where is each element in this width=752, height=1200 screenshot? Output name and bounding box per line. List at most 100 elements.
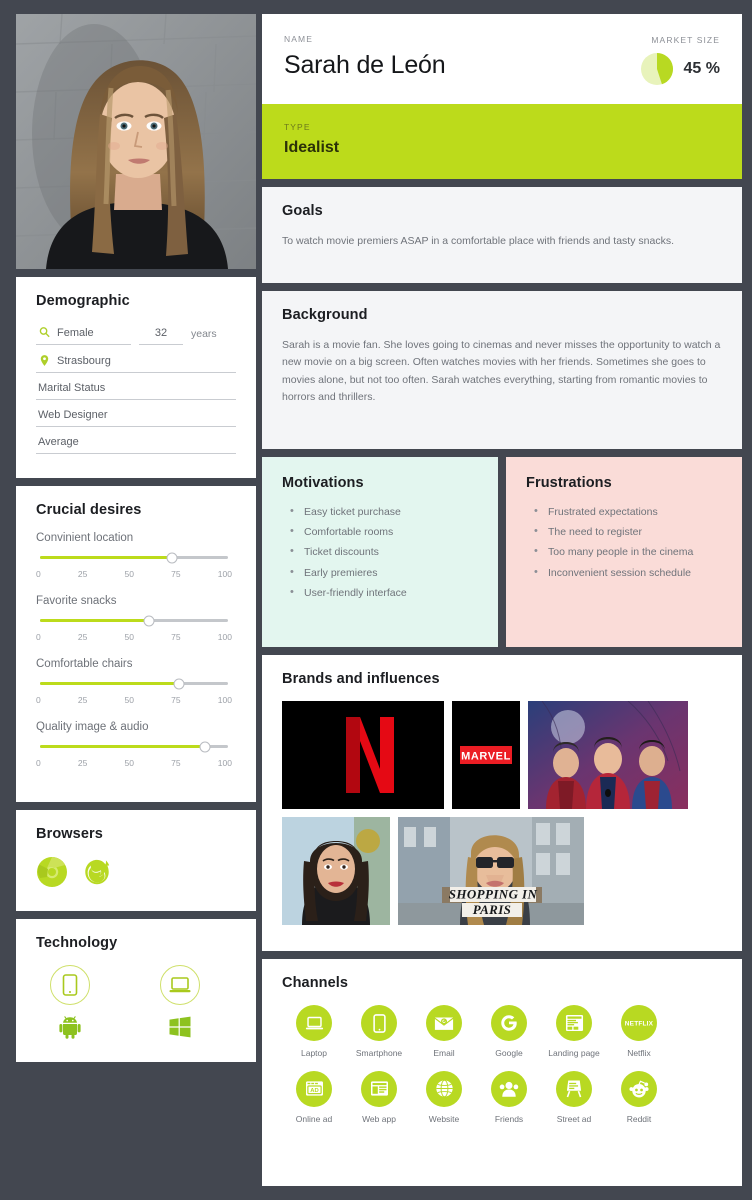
slider-tick-label: 50 xyxy=(124,632,134,642)
netflix-icon: NETFLIX xyxy=(621,1005,657,1041)
slider-tick-label: 0 xyxy=(36,695,41,705)
city-field[interactable]: Strasbourg xyxy=(36,351,236,373)
list-item: User-friendly interface xyxy=(290,585,478,600)
smartphone-icon xyxy=(50,965,90,1005)
slider-track[interactable] xyxy=(40,741,228,752)
list-item: Early premieres xyxy=(290,565,478,580)
background-title: Background xyxy=(282,307,368,323)
income-value: Average xyxy=(38,436,79,448)
marvel-logo-tile[interactable]: MARVEL xyxy=(452,701,520,809)
slider-track[interactable] xyxy=(40,552,228,563)
slider-ticks: 0 25 50 75 100 xyxy=(36,569,232,579)
list-item: Frustrated expectations xyxy=(534,504,722,519)
channel-item-netflix[interactable]: NETFLIX Netflix xyxy=(607,1005,671,1059)
online-ad-icon: AD xyxy=(296,1070,332,1107)
brands-row-1: MARVEL xyxy=(282,701,722,809)
channel-label: Reddit xyxy=(626,1113,652,1124)
list-item: Easy ticket purchase xyxy=(290,504,478,519)
market-size-label: MARKET SIZE xyxy=(651,35,720,45)
technology-list xyxy=(36,965,236,1044)
slider-tick-label: 25 xyxy=(77,695,88,705)
channel-label: Landing page xyxy=(548,1048,600,1058)
slider-ticks: 0 25 50 75 100 xyxy=(36,758,232,768)
market-size-row: 45 % xyxy=(640,52,720,86)
slider-thumb[interactable] xyxy=(173,678,185,689)
channel-item-laptop[interactable]: Laptop xyxy=(282,1005,346,1059)
channel-item-smartphone[interactable]: Smartphone xyxy=(347,1005,411,1059)
occupation-field[interactable]: Web Designer xyxy=(36,406,236,427)
shopping-vlog-tile[interactable]: SHOPPING IN PARIS xyxy=(398,817,584,925)
smartphone-icon xyxy=(361,1005,397,1041)
demographic-gender-age-row: Female 32 years xyxy=(36,323,236,345)
channel-label: Friends xyxy=(494,1113,524,1124)
type-band: TYPE Idealist xyxy=(262,104,742,179)
slider-tick-label: 25 xyxy=(77,758,88,768)
technology-item-mobile[interactable] xyxy=(50,965,90,1044)
slider-thumb[interactable] xyxy=(166,552,178,563)
channel-label: Email xyxy=(433,1048,455,1058)
slider-thumb[interactable] xyxy=(143,615,155,626)
type-label: TYPE xyxy=(284,122,311,132)
slider-tick-label: 100 xyxy=(217,758,232,768)
slider-label: Quality image & audio xyxy=(36,721,149,733)
crucial-desires-card: Crucial desires Convinient location 0 25 50… xyxy=(16,486,256,802)
slider-track[interactable] xyxy=(40,615,228,626)
channel-label: Smartphone xyxy=(355,1048,403,1058)
spiderman-poster-tile[interactable] xyxy=(528,701,688,809)
income-field[interactable]: Average xyxy=(36,433,236,454)
channel-item-street-ad[interactable]: Street ad xyxy=(542,1070,606,1125)
demographic-marital-row: Marital Status xyxy=(36,379,236,400)
android-icon xyxy=(59,1015,81,1044)
age-field[interactable]: 32 xyxy=(139,324,183,345)
left-column: Demographic Female 32 years Strasbourg M… xyxy=(16,14,256,1186)
slider-block: Quality image & audio 0 25 50 75 100 xyxy=(36,721,236,768)
type-value: Idealist xyxy=(284,139,340,156)
slider-tick-label: 50 xyxy=(124,569,134,579)
slider-tick-label: 75 xyxy=(171,632,181,642)
slider-block: Comfortable chairs 0 25 50 75 100 xyxy=(36,658,236,705)
channel-item-friends[interactable]: Friends xyxy=(477,1070,541,1125)
channel-label: Web app xyxy=(362,1113,396,1124)
market-size-pie-chart xyxy=(640,52,674,86)
gender-field[interactable]: Female xyxy=(36,323,131,345)
street-ad-icon xyxy=(556,1070,592,1107)
name-row: NAME Sarah de León MARKET SIZE 45 % xyxy=(262,14,742,104)
windows-icon xyxy=(168,1015,192,1044)
age-units-label: years xyxy=(191,328,217,340)
reddit-icon xyxy=(621,1070,657,1107)
slider-tick-label: 25 xyxy=(77,569,88,579)
channel-label: Online ad xyxy=(295,1113,333,1124)
frustrations-title: Frustrations xyxy=(526,475,612,491)
channel-item-web-app[interactable]: Web app xyxy=(347,1070,411,1125)
channel-item-website[interactable]: Website xyxy=(412,1070,476,1125)
persona-name: Sarah de León xyxy=(284,51,446,79)
channel-item-online-ad[interactable]: AD Online ad xyxy=(282,1070,346,1125)
brands-row-2: SHOPPING IN PARIS xyxy=(282,817,722,925)
netflix-logo-tile[interactable] xyxy=(282,701,444,809)
marital-status-value: Marital Status xyxy=(38,382,106,394)
channel-item-email[interactable]: Email xyxy=(412,1005,476,1059)
slider-tick-label: 75 xyxy=(171,695,181,705)
channel-item-landing-page[interactable]: Landing page xyxy=(542,1005,606,1059)
web-app-icon xyxy=(361,1070,397,1107)
slider-label: Comfortable chairs xyxy=(36,658,133,670)
slider-track[interactable] xyxy=(40,678,228,689)
slider-label: Convinient location xyxy=(36,532,134,544)
marital-status-field[interactable]: Marital Status xyxy=(36,379,236,400)
technology-item-desktop[interactable] xyxy=(160,965,200,1044)
slider-thumb[interactable] xyxy=(199,741,211,752)
channels-list: Laptop Smartphone Email Google Landing page N… xyxy=(282,1005,722,1136)
celebrity-portrait-tile[interactable] xyxy=(282,817,390,925)
slider-tick-label: 75 xyxy=(171,569,181,579)
chrome-icon[interactable] xyxy=(36,856,68,893)
channel-item-google[interactable]: Google xyxy=(477,1005,541,1059)
channel-item-reddit[interactable]: Reddit xyxy=(607,1070,671,1125)
market-size-block: MARKET SIZE 45 % xyxy=(640,34,720,86)
channels-card: Channels Laptop Smartphone Email Google Land… xyxy=(262,959,742,1186)
friends-icon xyxy=(491,1070,527,1107)
frustrations-card: Frustrations Frustrated expectations The … xyxy=(506,457,742,647)
firefox-icon[interactable] xyxy=(82,857,112,892)
svg-text:SHOPPING IN: SHOPPING IN xyxy=(449,887,538,902)
goals-text: To watch movie premiers ASAP in a comfor… xyxy=(282,235,674,247)
slider-label: Favorite snacks xyxy=(36,595,117,607)
